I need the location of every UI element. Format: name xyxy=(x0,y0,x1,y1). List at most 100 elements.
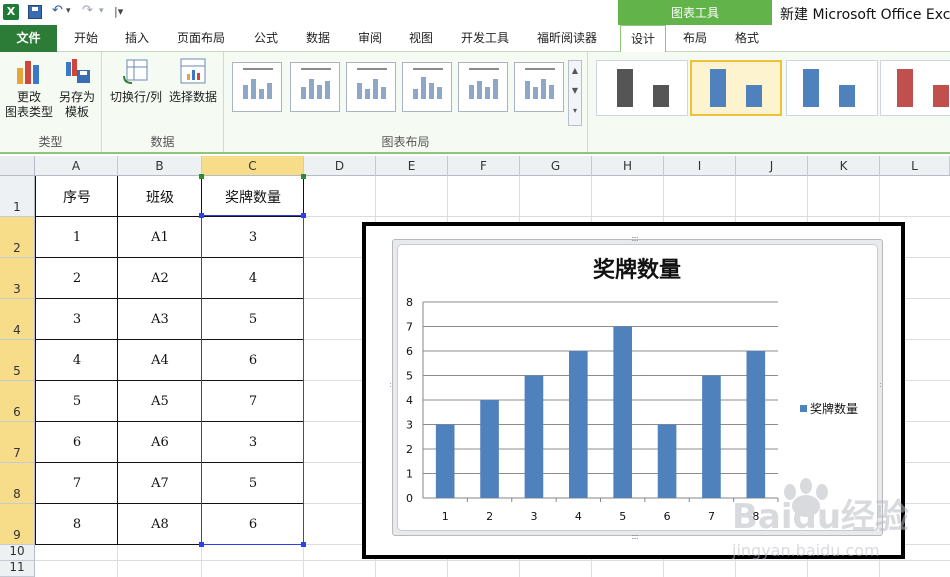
row-header-selected[interactable]: 8 xyxy=(0,463,35,504)
tab-home[interactable]: 开始 xyxy=(66,25,106,52)
tab-formulas[interactable]: 公式 xyxy=(245,25,287,52)
select-all-corner[interactable] xyxy=(0,156,35,176)
column-header[interactable]: L xyxy=(880,156,950,176)
column-header[interactable]: H xyxy=(592,156,664,176)
switch-row-column-button[interactable]: 切换行/列 xyxy=(108,56,164,105)
range-handle[interactable] xyxy=(199,213,204,218)
select-data-button[interactable]: 选择数据 xyxy=(166,56,220,105)
window-title: 新建 Microsoft Office Excel 20 xyxy=(780,7,950,23)
chart-layout-thumbnail[interactable] xyxy=(346,62,396,112)
layout-gallery-scrollbar[interactable]: ▲ ▼ ▾ xyxy=(568,60,582,126)
gallery-more-icon[interactable]: ▾ xyxy=(569,101,581,121)
table-cell[interactable]: A7 xyxy=(118,476,202,491)
column-header[interactable]: F xyxy=(448,156,520,176)
column-header-selected[interactable]: C xyxy=(202,156,304,176)
chart-layout-thumbnail[interactable] xyxy=(232,62,282,112)
excel-icon[interactable]: X xyxy=(3,4,19,20)
table-cell[interactable]: A4 xyxy=(118,353,202,368)
table-cell[interactable]: A3 xyxy=(118,312,202,327)
row-header-selected[interactable]: 6 xyxy=(0,381,35,422)
chart-resize-handle[interactable]: : xyxy=(879,381,882,389)
ribbon-group-chart-layout-label: 图表布局 xyxy=(381,135,430,149)
column-header[interactable]: E xyxy=(376,156,448,176)
table-cell[interactable]: A2 xyxy=(118,271,202,286)
row-header-selected[interactable]: 7 xyxy=(0,422,35,463)
table-cell[interactable]: A5 xyxy=(118,394,202,409)
chart-style-thumbnail[interactable] xyxy=(596,60,688,116)
table-cell[interactable]: A1 xyxy=(118,230,202,245)
table-cell[interactable]: 1 xyxy=(36,230,118,245)
table-cell[interactable]: 6 xyxy=(36,435,118,450)
cell-header-class[interactable]: 班级 xyxy=(118,187,202,207)
chart-style-thumbnail[interactable] xyxy=(880,60,950,116)
table-cell[interactable]: 3 xyxy=(36,312,118,327)
table-cell[interactable]: 2 xyxy=(36,271,118,286)
tab-page-layout[interactable]: 页面布局 xyxy=(168,25,234,52)
chart-style-thumbnail[interactable] xyxy=(786,60,878,116)
tab-design[interactable]: 设计 xyxy=(620,25,666,53)
bar-chart[interactable]: 奖牌数量 0 1 2 3 4 5 6 7 8 1 2 3 4 5 6 7 8 奖牌数量 xyxy=(397,244,878,531)
table-cell[interactable]: 8 xyxy=(36,517,118,532)
switch-row-column-label: 切换行/列 xyxy=(109,90,163,104)
range-handle[interactable] xyxy=(301,174,306,179)
column-header[interactable]: G xyxy=(520,156,592,176)
chart-layout-thumbnail[interactable] xyxy=(402,62,452,112)
tab-layout[interactable]: 布局 xyxy=(672,25,718,52)
undo-icon[interactable]: ↶ xyxy=(52,3,63,18)
row-header[interactable]: 11 xyxy=(0,560,35,577)
save-icon[interactable] xyxy=(28,5,42,19)
redo-dropdown-icon[interactable]: ▾ xyxy=(99,6,104,16)
chart-resize-handle[interactable]: :::: xyxy=(631,533,639,541)
tab-developer[interactable]: 开发工具 xyxy=(452,25,518,52)
tab-data[interactable]: 数据 xyxy=(297,25,339,52)
column-header[interactable]: D xyxy=(304,156,376,176)
save-as-template-button[interactable]: 另存为 模板 xyxy=(54,56,100,120)
change-chart-type-label: 更改 图表类型 xyxy=(4,90,53,119)
tab-insert[interactable]: 插入 xyxy=(116,25,158,52)
customize-qat-icon[interactable]: |▾ xyxy=(114,5,123,18)
chart-resize-handle[interactable]: :::: xyxy=(631,235,639,243)
chart-layout-thumbnail[interactable] xyxy=(458,62,508,112)
tab-format[interactable]: 格式 xyxy=(724,25,770,52)
table-cell[interactable]: 4 xyxy=(36,353,118,368)
column-header[interactable]: A xyxy=(35,156,118,176)
row-header[interactable]: 10 xyxy=(0,544,35,561)
chart-style-thumbnail-selected[interactable] xyxy=(690,60,782,116)
table-cell[interactable]: 7 xyxy=(36,476,118,491)
column-header[interactable]: I xyxy=(664,156,736,176)
bar-4 xyxy=(568,351,588,498)
tab-review[interactable]: 审阅 xyxy=(349,25,391,52)
chart-layout-thumbnail[interactable] xyxy=(514,62,564,112)
change-chart-type-button[interactable]: 更改 图表类型 xyxy=(4,56,54,120)
range-handle[interactable] xyxy=(301,213,306,218)
chart-resize-handle[interactable]: : xyxy=(389,381,392,389)
table-cell[interactable]: 5 xyxy=(36,394,118,409)
row-header-selected[interactable]: 3 xyxy=(0,258,35,299)
scroll-down-icon[interactable]: ▼ xyxy=(569,81,581,101)
row-header-selected[interactable]: 4 xyxy=(0,299,35,340)
row-header[interactable]: 1 xyxy=(0,176,35,217)
row-header-selected[interactable]: 5 xyxy=(0,340,35,381)
ribbon-group-data-label: 数据 xyxy=(150,135,175,149)
undo-dropdown-icon[interactable]: ▾ xyxy=(66,6,71,16)
scroll-up-icon[interactable]: ▲ xyxy=(569,61,581,81)
tab-file[interactable]: 文件 xyxy=(0,25,57,52)
column-header[interactable]: K xyxy=(808,156,880,176)
column-header[interactable]: B xyxy=(118,156,202,176)
range-handle[interactable] xyxy=(301,542,306,547)
row-header-selected[interactable]: 2 xyxy=(0,217,35,258)
table-cell[interactable]: A6 xyxy=(118,435,202,450)
column-header[interactable]: J xyxy=(736,156,808,176)
tab-foxit-reader[interactable]: 福昕阅读器 xyxy=(530,25,604,52)
range-handle[interactable] xyxy=(199,174,204,179)
cell-header-medals[interactable]: 奖牌数量 xyxy=(202,187,304,207)
row-header-selected[interactable]: 9 xyxy=(0,504,35,545)
chart-layout-thumbnail[interactable] xyxy=(290,62,340,112)
redo-icon[interactable]: ↷ xyxy=(82,3,93,18)
cell-header-index[interactable]: 序号 xyxy=(36,187,118,207)
table-cell[interactable]: A8 xyxy=(118,517,202,532)
data-range-selection[interactable] xyxy=(201,215,304,545)
range-handle[interactable] xyxy=(199,542,204,547)
y-tick-label: 6 xyxy=(406,345,413,358)
tab-view[interactable]: 视图 xyxy=(400,25,442,52)
